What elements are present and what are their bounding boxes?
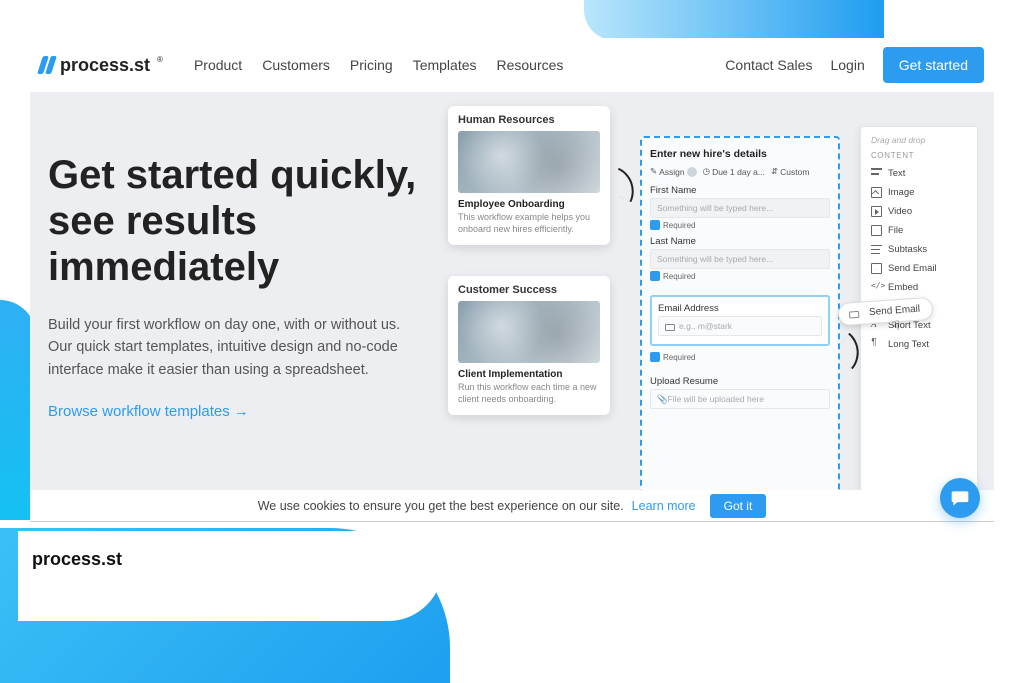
card-title: Client Implementation (458, 369, 600, 380)
palette-item-image[interactable]: Image (871, 183, 967, 202)
subtasks-icon (871, 244, 882, 255)
chat-widget-button[interactable] (940, 478, 980, 518)
nav-customers[interactable]: Customers (262, 57, 330, 73)
mail-icon (871, 263, 882, 274)
upload-input[interactable]: 📎 File will be uploaded here (650, 389, 830, 409)
first-name-input[interactable]: Something will be typed here... (650, 198, 830, 218)
palette-group-content: CONTENT (871, 151, 967, 160)
form-heading: Enter new hire's details (650, 148, 830, 160)
logo[interactable]: process.st® (40, 55, 162, 76)
cookie-banner: We use cookies to ensure you get the bes… (30, 490, 994, 522)
logo-icon (40, 56, 54, 74)
card-desc: This workflow example helps you onboard … (458, 212, 600, 235)
hero-paragraph: Build your first workflow on day one, wi… (48, 314, 418, 381)
nav-pricing[interactable]: Pricing (350, 57, 393, 73)
field-label-lastname: Last Name (650, 236, 830, 247)
chat-icon (950, 488, 970, 508)
field-label-email: Email Address (658, 303, 822, 314)
primary-nav: Product Customers Pricing Templates Reso… (194, 57, 563, 73)
card-thumbnail (458, 301, 600, 363)
palette-item-embed[interactable]: Embed (871, 278, 967, 297)
file-icon (871, 225, 882, 236)
logo-text: process.st (60, 55, 150, 76)
card-thumbnail (458, 131, 600, 193)
palette-hint: Drag and drop (871, 135, 967, 145)
cursor-icon: ☟ (891, 318, 900, 335)
mail-icon (849, 311, 859, 319)
text-icon (871, 168, 882, 179)
nav-product[interactable]: Product (194, 57, 242, 73)
email-field-block: Email Address e.g., m@stark (650, 295, 830, 346)
hero-copy: Get started quickly, see results immedia… (48, 152, 418, 421)
nav-resources[interactable]: Resources (497, 57, 564, 73)
get-started-button[interactable]: Get started (883, 47, 984, 83)
form-meta-row: ✎ Assign ◷ Due 1 day a... ⇵ Custom (650, 166, 830, 177)
nav-templates[interactable]: Templates (413, 57, 477, 73)
card-desc: Run this workflow each time a new client… (458, 382, 600, 405)
site-header: process.st® Product Customers Pricing Te… (30, 38, 994, 92)
mail-icon (665, 324, 675, 331)
last-name-input[interactable]: Something will be typed here... (650, 249, 830, 269)
nav-right: Contact Sales Login Get started (725, 47, 984, 83)
avatar-icon (687, 167, 697, 177)
required-toggle[interactable]: Required (650, 352, 830, 362)
browse-templates-link[interactable]: Browse workflow templates→ (48, 403, 249, 420)
long-text-icon (871, 339, 882, 350)
palette-item-subtasks[interactable]: Subtasks (871, 240, 967, 259)
due-chip[interactable]: ◷ Due 1 day a... (703, 166, 765, 177)
video-icon (871, 206, 882, 217)
decor-top (584, 0, 884, 40)
template-card-cs[interactable]: Customer Success Client Implementation R… (448, 276, 610, 415)
login-link[interactable]: Login (830, 57, 864, 73)
card-category: Human Resources (458, 114, 600, 126)
drag-bubble-label: Send Email (869, 304, 921, 319)
required-toggle[interactable]: Required (650, 220, 830, 230)
cookie-learn-more[interactable]: Learn more (632, 499, 696, 513)
palette-item-video[interactable]: Video (871, 202, 967, 221)
template-card-hr[interactable]: Human Resources Employee Onboarding This… (448, 106, 610, 245)
assign-chip[interactable]: ✎ Assign (650, 166, 697, 177)
required-toggle[interactable]: Required (650, 271, 830, 281)
card-category: Customer Success (458, 284, 600, 296)
field-label-firstname: First Name (650, 185, 830, 196)
contact-sales[interactable]: Contact Sales (725, 57, 812, 73)
preview-cluster: Human Resources Employee Onboarding This… (440, 106, 994, 503)
hero-title: Get started quickly, see results immedia… (48, 152, 418, 290)
email-input[interactable]: e.g., m@stark (658, 316, 822, 336)
browse-templates-text: Browse workflow templates (48, 403, 230, 420)
custom-chip[interactable]: ⇵ Custom (771, 166, 809, 177)
cookie-text: We use cookies to ensure you get the bes… (258, 499, 624, 513)
image-icon (871, 187, 882, 198)
cookie-accept-button[interactable]: Got it (710, 494, 767, 518)
connector-arrow-icon (608, 168, 643, 203)
palette-item-longtext[interactable]: Long Text (871, 335, 967, 354)
palette-item-file[interactable]: File (871, 221, 967, 240)
palette-item-sendemail[interactable]: Send Email (871, 259, 967, 278)
caption-card: process.st (18, 531, 443, 621)
arrow-icon: → (234, 403, 249, 420)
card-title: Employee Onboarding (458, 199, 600, 210)
embed-icon (871, 282, 882, 293)
caption-text: process.st (32, 549, 122, 569)
field-label-upload: Upload Resume (650, 376, 830, 387)
form-builder-panel: Enter new hire's details ✎ Assign ◷ Due … (640, 136, 840, 503)
palette-item-text[interactable]: Text (871, 164, 967, 183)
hero-section: Get started quickly, see results immedia… (30, 92, 994, 503)
